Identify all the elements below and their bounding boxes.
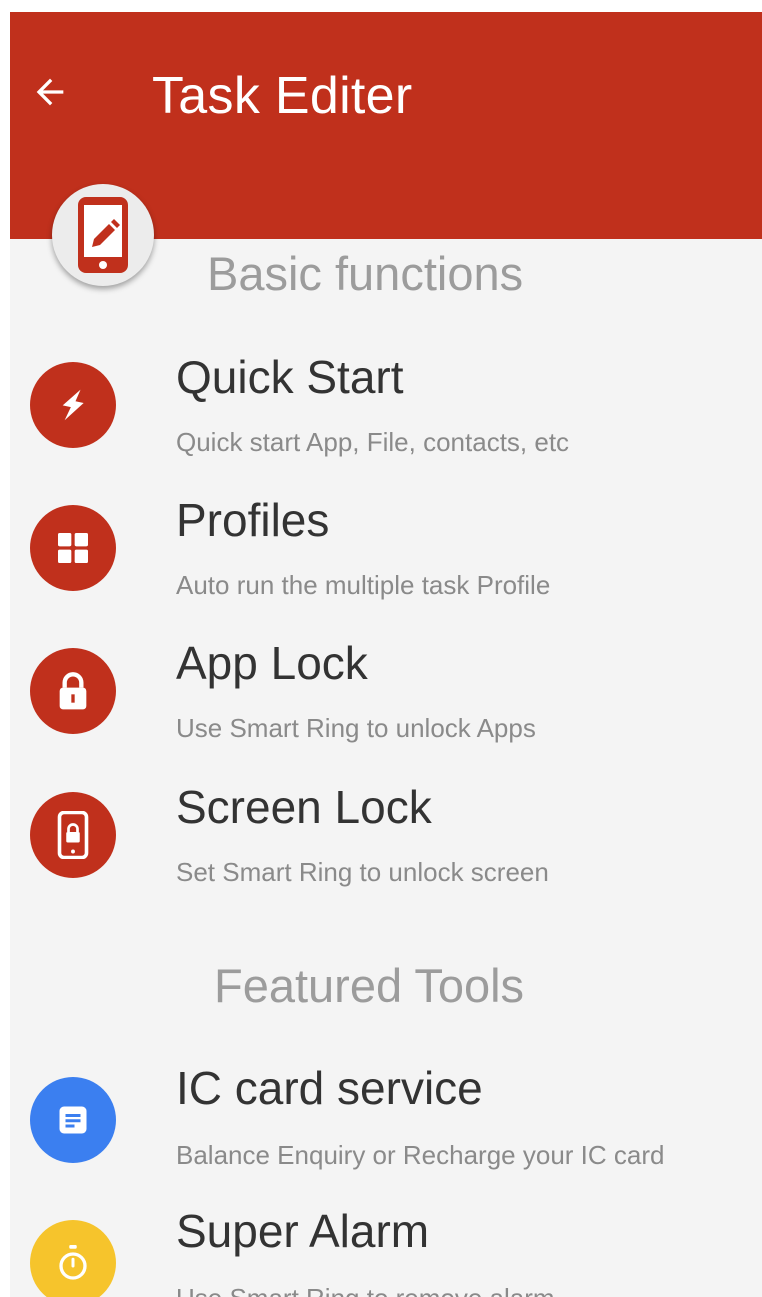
- item-subtitle: Balance Enquiry or Recharge your IC card: [176, 1140, 665, 1170]
- item-subtitle: Set Smart Ring to unlock screen: [176, 857, 549, 887]
- item-title: Quick Start: [176, 351, 404, 403]
- card-document-icon: [30, 1077, 116, 1163]
- tablet-edit-icon: [78, 197, 128, 273]
- list-item-app-lock[interactable]: App Lock Use Smart Ring to unlock Apps: [10, 628, 762, 768]
- list-item-quick-start[interactable]: Quick Start Quick start App, File, conta…: [10, 342, 762, 482]
- stopwatch-icon: [30, 1220, 116, 1297]
- list-item-profiles[interactable]: Profiles Auto run the multiple task Prof…: [10, 485, 762, 625]
- item-title: Super Alarm: [176, 1205, 430, 1257]
- list-item-screen-lock[interactable]: Screen Lock Set Smart Ring to unlock scr…: [10, 772, 762, 912]
- back-button[interactable]: [26, 68, 74, 116]
- item-subtitle: Auto run the multiple task Profile: [176, 570, 551, 600]
- lightning-icon: [30, 362, 116, 448]
- grid-icon: [30, 505, 116, 591]
- phone-lock-icon: [30, 792, 116, 878]
- section-title-basic-functions: Basic functions: [207, 247, 524, 300]
- list-item-ic-card-service[interactable]: IC card service Balance Enquiry or Recha…: [10, 1055, 762, 1195]
- item-title: App Lock: [176, 637, 368, 689]
- page-title: Task Editer: [152, 67, 413, 125]
- section-title-featured-tools: Featured Tools: [214, 959, 525, 1012]
- screen: Task Editer Basic functions Quick Start …: [10, 12, 762, 1297]
- item-title: IC card service: [176, 1062, 483, 1114]
- item-subtitle: Use Smart Ring to unlock Apps: [176, 713, 536, 743]
- list-item-super-alarm[interactable]: Super Alarm Use Smart Ring to remove ala…: [10, 1198, 762, 1297]
- item-title: Profiles: [176, 494, 330, 546]
- arrow-left-icon: [36, 78, 64, 106]
- padlock-icon: [30, 648, 116, 734]
- item-subtitle: Quick start App, File, contacts, etc: [176, 427, 570, 457]
- header-badge: [52, 184, 154, 286]
- item-title: Screen Lock: [176, 781, 432, 833]
- item-subtitle: Use Smart Ring to remove alarm: [176, 1282, 555, 1297]
